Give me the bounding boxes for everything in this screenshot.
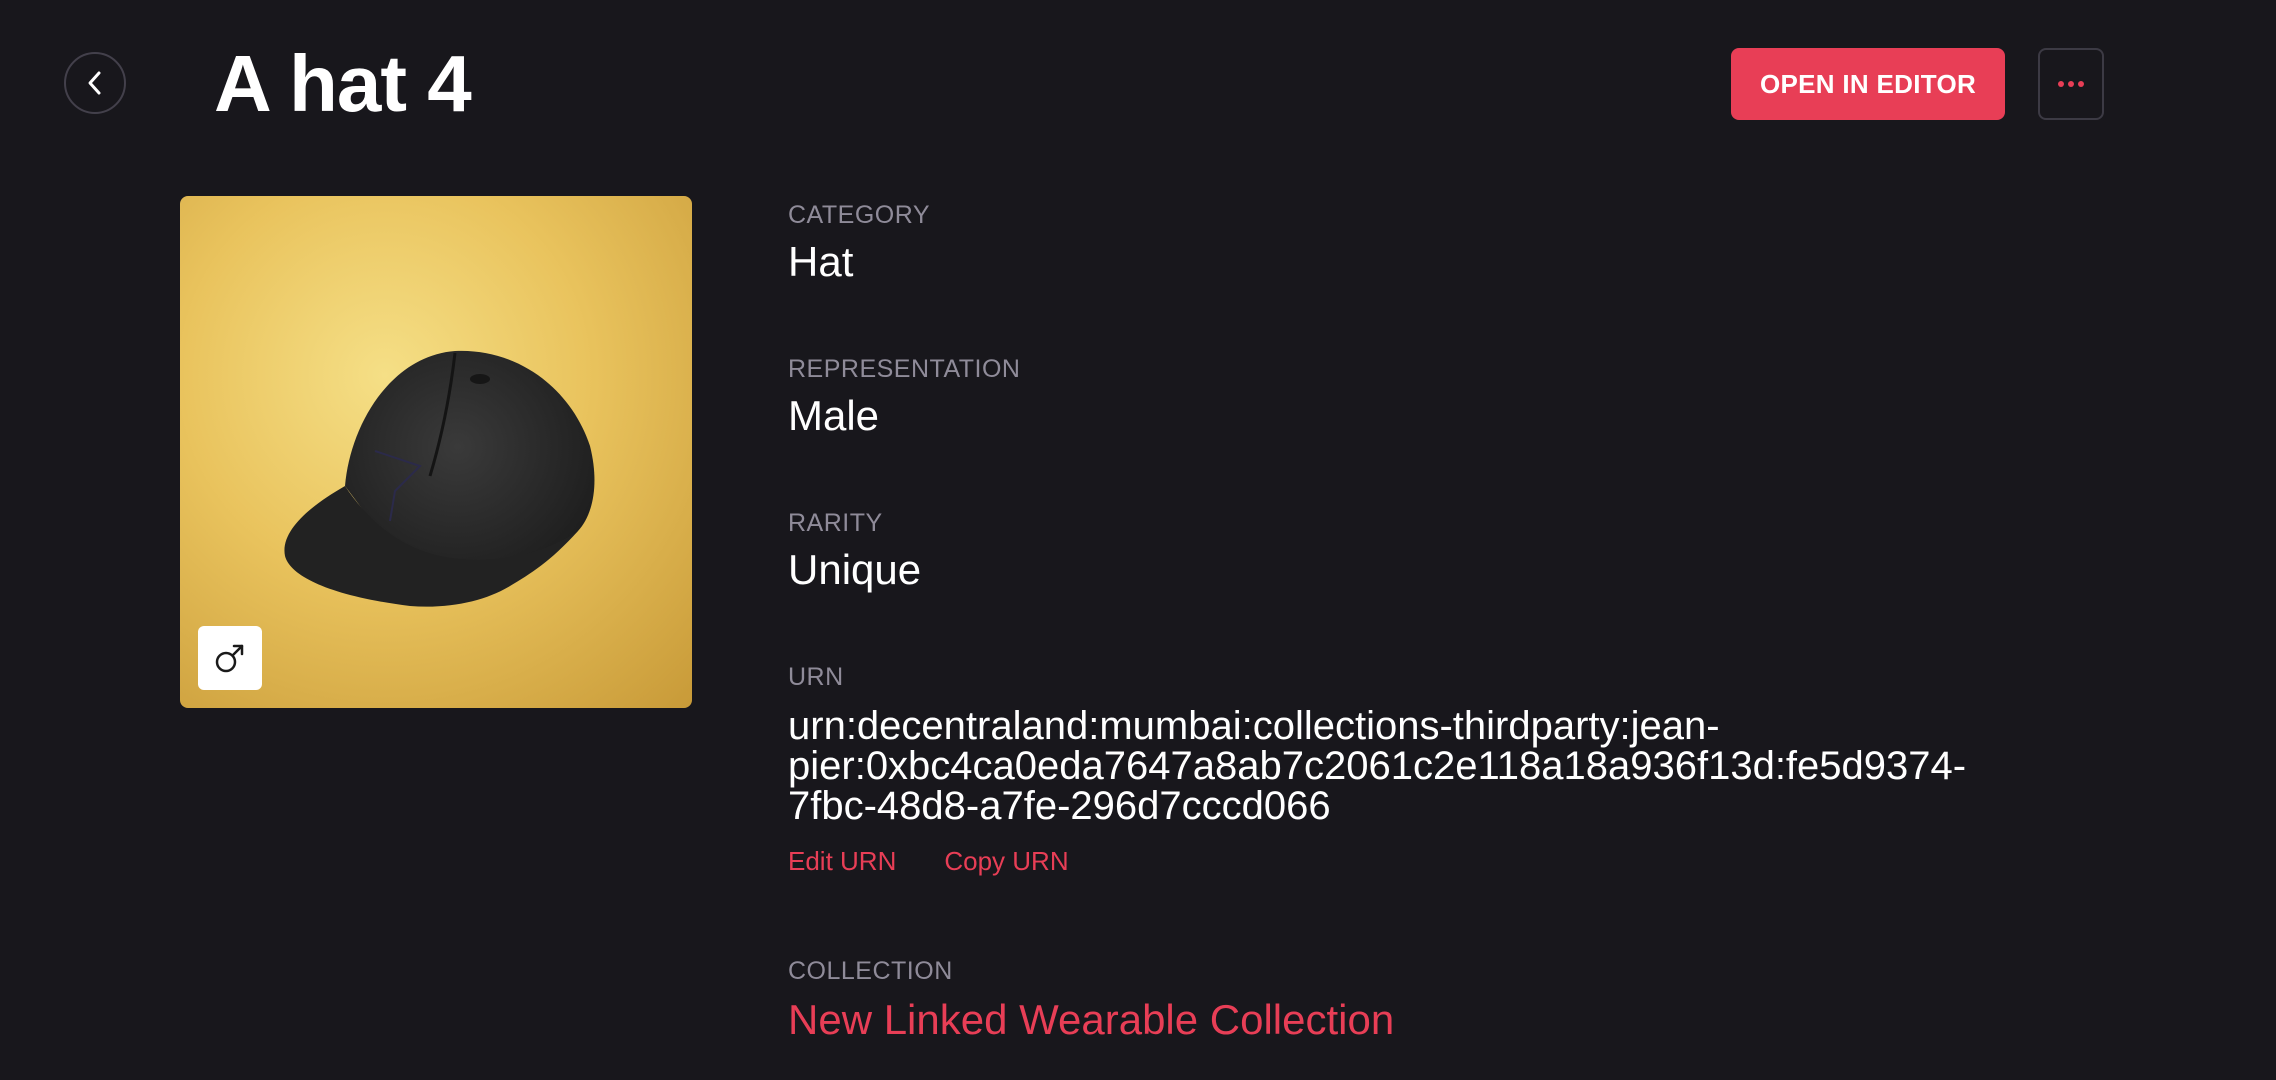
ellipsis-icon <box>2058 81 2084 87</box>
category-label: CATEGORY <box>788 201 930 229</box>
collection-field: COLLECTION New Linked Wearable Collectio… <box>788 956 1394 1046</box>
urn-line: pier:0xbc4ca0eda7647a8ab7c2061c2e118a18a… <box>788 744 1967 788</box>
urn-field: URN urn:decentraland:mumbai:collections-… <box>788 662 2078 877</box>
chevron-left-icon <box>88 71 101 95</box>
back-button[interactable] <box>64 52 126 114</box>
category-value: Hat <box>788 238 854 285</box>
page-title: A hat 4 <box>214 39 472 128</box>
gender-toggle-button[interactable] <box>198 626 262 690</box>
representation-value: Male <box>788 392 880 439</box>
category-field: CATEGORY Hat <box>788 200 930 288</box>
representation-label: REPRESENTATION <box>788 355 1021 383</box>
edit-urn-link[interactable]: Edit URN <box>788 846 896 877</box>
urn-actions: Edit URN Copy URN <box>788 846 2078 877</box>
item-thumbnail <box>180 196 692 708</box>
open-in-editor-button[interactable]: OPEN IN EDITOR <box>1731 48 2005 120</box>
copy-urn-link[interactable]: Copy URN <box>944 846 1068 877</box>
rarity-value: Unique <box>788 546 922 593</box>
urn-line: 7fbc-48d8-a7fe-296d7cccd066 <box>788 784 1331 828</box>
urn-value: urn:decentraland:mumbai:collections-thir… <box>788 706 2078 826</box>
collection-label: COLLECTION <box>788 957 953 985</box>
rarity-field: RARITY Unique <box>788 508 921 596</box>
more-options-button[interactable] <box>2038 48 2104 120</box>
urn-label: URN <box>788 663 844 691</box>
urn-line: urn:decentraland:mumbai:collections-thir… <box>788 704 1720 748</box>
collection-link[interactable]: New Linked Wearable Collection <box>788 994 1394 1046</box>
rarity-label: RARITY <box>788 509 883 537</box>
male-symbol-icon <box>215 644 244 673</box>
item-detail-page: A hat 4 OPEN IN EDITOR CATEGORY Hat REPR… <box>0 0 2276 1080</box>
representation-field: REPRESENTATION Male <box>788 354 1021 442</box>
